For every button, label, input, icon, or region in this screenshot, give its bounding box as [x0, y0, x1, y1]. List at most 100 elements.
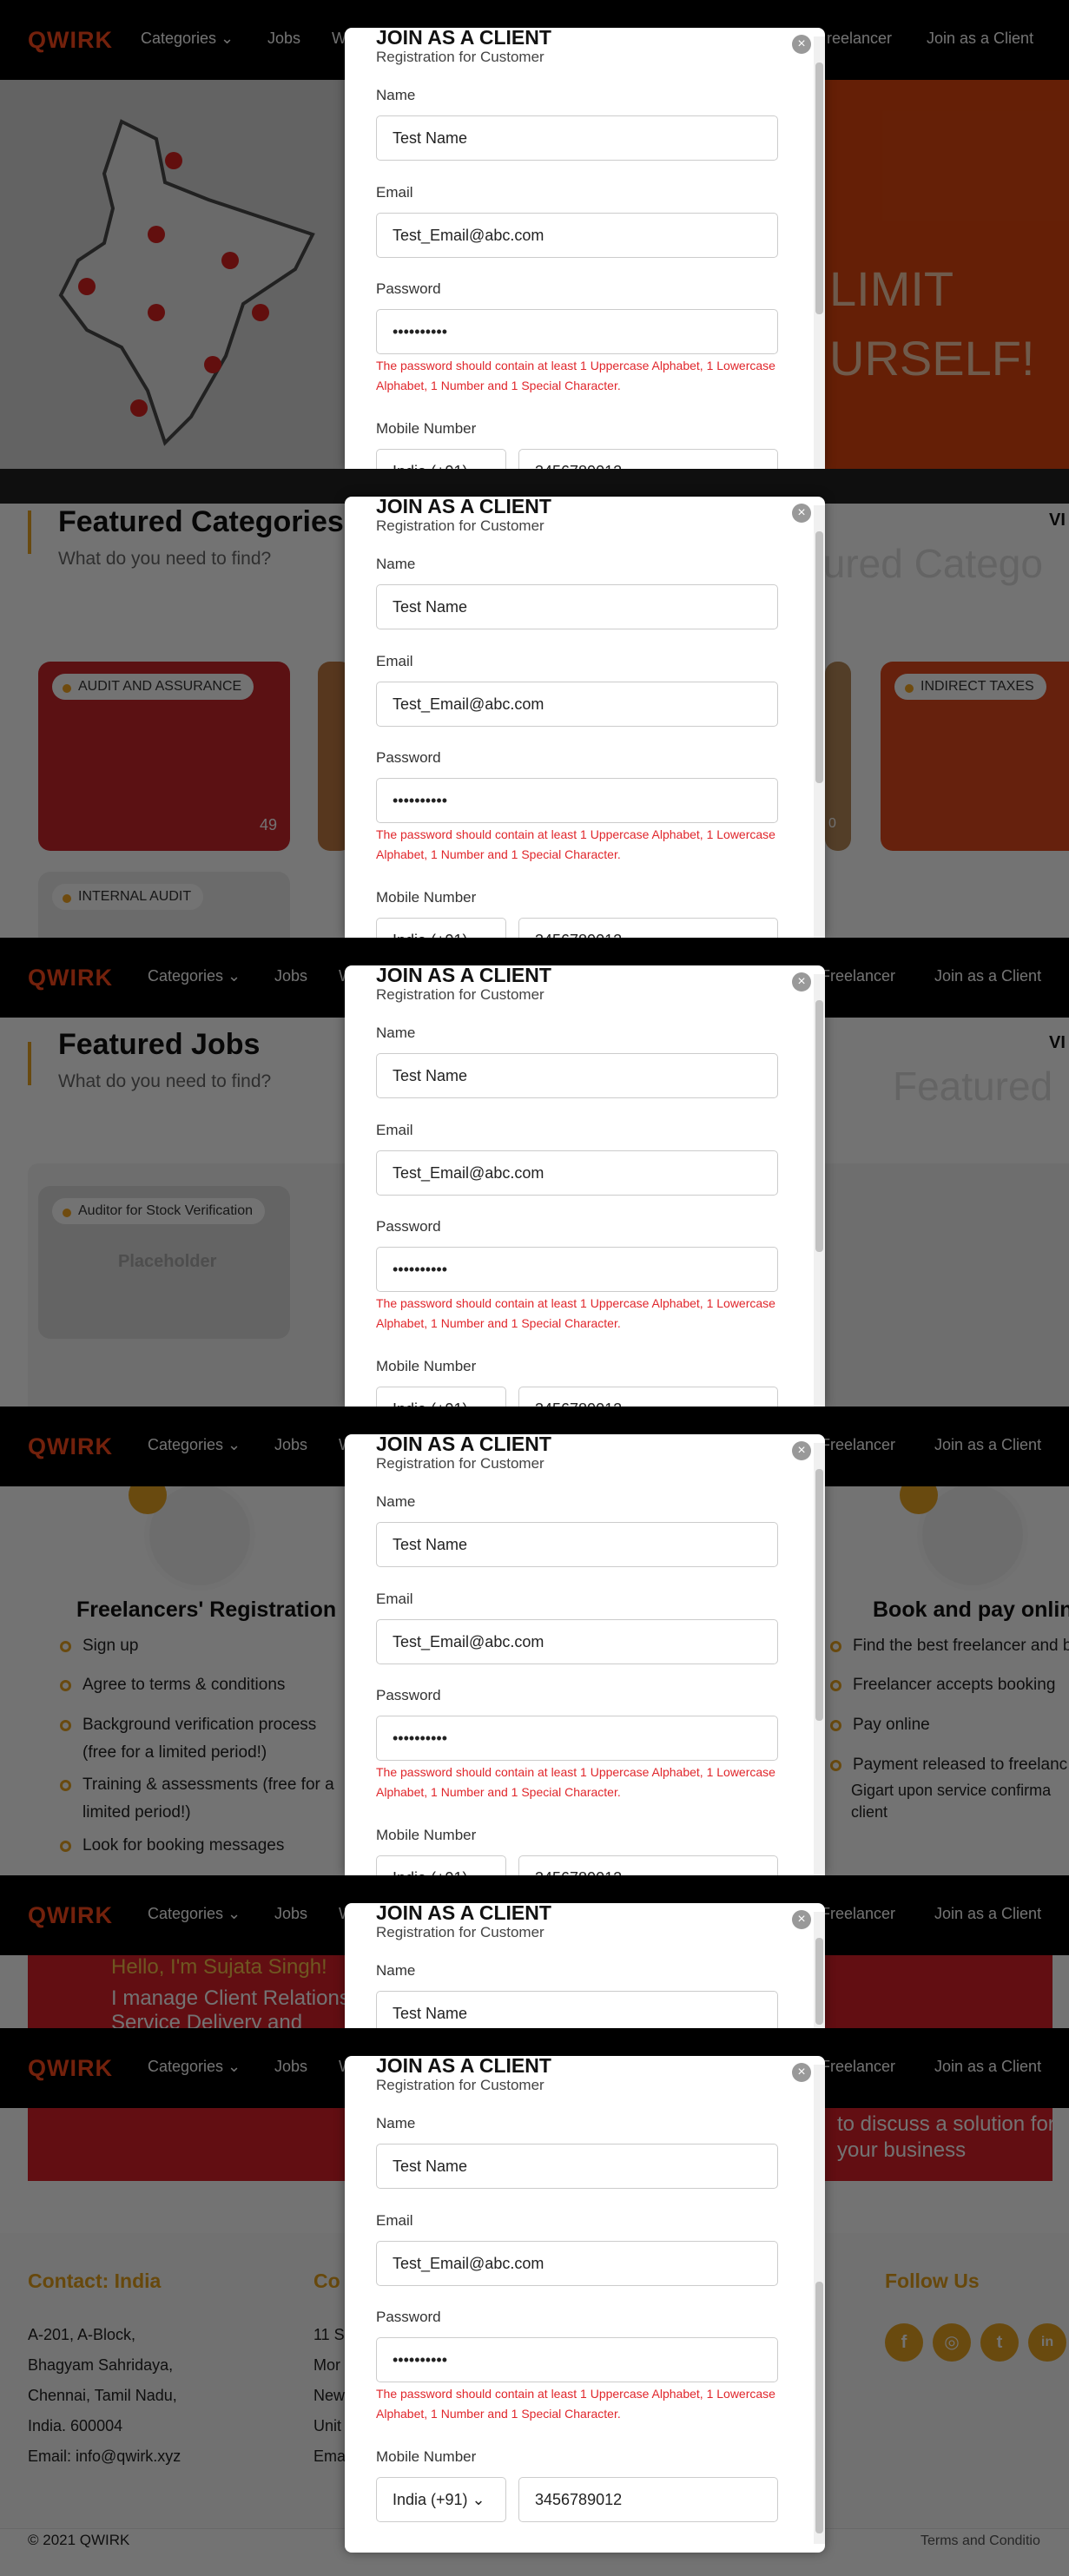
step-item: Payment released to freelanc — [830, 1751, 1067, 1779]
nav-jobs[interactable]: Jobs — [274, 967, 307, 985]
step-item: Find the best freelancer and b — [830, 1632, 1069, 1660]
facebook-icon[interactable]: f — [885, 2323, 923, 2362]
name-field[interactable]: Test Name — [376, 2144, 778, 2189]
mobile-field[interactable]: 3456789012 — [518, 2477, 778, 2522]
close-icon[interactable]: × — [792, 1441, 811, 1460]
close-icon[interactable]: × — [792, 35, 811, 54]
nav-join-client[interactable]: Join as a Client — [934, 2058, 1041, 2076]
password-field[interactable]: •••••••••• — [376, 778, 778, 823]
nav-jobs[interactable]: Jobs — [274, 2058, 307, 2076]
mobile-field[interactable]: 3456789012 — [518, 1855, 778, 1875]
modal-scrollbar-thumb[interactable] — [815, 63, 823, 314]
step-note: Gigart upon service confirma client — [851, 1782, 1052, 1821]
terms-link[interactable]: Terms and Conditio — [921, 2533, 1040, 2549]
close-icon[interactable]: × — [792, 972, 811, 992]
twitter-icon[interactable]: t — [980, 2323, 1019, 2362]
close-icon[interactable]: × — [792, 1910, 811, 1929]
password-label: Password — [376, 1218, 441, 1235]
category-card-indirect-taxes[interactable]: INDIRECT TAXES — [881, 662, 1069, 851]
footer-email[interactable]: Email: info@qwirk.xyz — [28, 2441, 181, 2472]
nav-jobs[interactable]: Jobs — [274, 1436, 307, 1454]
name-field[interactable]: Test Name — [376, 1522, 778, 1567]
nav-categories[interactable]: Categories ⌄ — [148, 1905, 241, 1923]
step-item: Freelancer accepts booking — [830, 1671, 1055, 1699]
logo[interactable]: QWIRK — [28, 2055, 113, 2082]
mobile-label: Mobile Number — [376, 1827, 477, 1843]
nav-freelancer[interactable]: Freelancer — [821, 967, 895, 985]
country-code-select[interactable]: India (+91) ⌄ — [376, 449, 506, 469]
nav-join-client[interactable]: Join as a Client — [927, 30, 1033, 48]
linkedin-icon[interactable]: in — [1028, 2323, 1066, 2362]
name-field[interactable]: Test Name — [376, 584, 778, 629]
strip-footer: to discuss a solution for your business … — [0, 2028, 1069, 2576]
jobs-ghost-title: Featured — [893, 1064, 1053, 1109]
modal-scrollbar-thumb[interactable] — [815, 1938, 823, 2025]
password-field[interactable]: •••••••••• — [376, 1247, 778, 1292]
email-field[interactable]: Test_Email@abc.com — [376, 682, 778, 727]
nav-freelancer[interactable]: Freelancer — [821, 2058, 895, 2076]
country-code-select[interactable]: India (+91) ⌄ — [376, 2477, 506, 2522]
name-field[interactable]: Test Name — [376, 115, 778, 161]
modal-subtitle: Registration for Customer — [376, 517, 544, 534]
name-field[interactable]: Test Name — [376, 1991, 778, 2028]
modal-scrollbar-thumb[interactable] — [815, 531, 823, 783]
close-icon[interactable]: × — [792, 504, 811, 523]
nav-freelancer[interactable]: Freelancer — [821, 1905, 895, 1923]
nav-freelancer[interactable]: reelancer — [827, 30, 892, 48]
view-all-link[interactable]: VI — [1049, 511, 1066, 530]
nav-categories[interactable]: Categories ⌄ — [148, 1436, 241, 1454]
password-field[interactable]: •••••••••• — [376, 309, 778, 354]
copyright: © 2021 QWIRK — [28, 2532, 130, 2548]
modal-scrollbar-thumb[interactable] — [815, 2282, 823, 2533]
nav-join-client[interactable]: Join as a Client — [934, 1905, 1041, 1923]
address-line: Chennai, Tamil Nadu, — [28, 2387, 177, 2404]
address-line: India. 600004 — [28, 2417, 123, 2434]
close-icon[interactable]: × — [792, 2063, 811, 2082]
email-field[interactable]: Test_Email@abc.com — [376, 1150, 778, 1196]
modal-scrollbar-thumb[interactable] — [815, 1000, 823, 1252]
country-code-select[interactable]: India (+91) ⌄ — [376, 918, 506, 938]
nav-jobs[interactable]: Jobs — [267, 30, 300, 48]
address-line: A-201, A-Block, — [28, 2326, 136, 2343]
email-field[interactable]: Test_Email@abc.com — [376, 213, 778, 258]
email-label: Email — [376, 1122, 413, 1138]
strip-hero: LIMIT URSELF! QWIRK Categories ⌄ Jobs W … — [0, 0, 1069, 469]
nav-join-client[interactable]: Join as a Client — [934, 1436, 1041, 1454]
name-label: Name — [376, 2115, 416, 2131]
instagram-icon[interactable]: ◎ — [933, 2323, 971, 2362]
nav-join-client[interactable]: Join as a Client — [934, 967, 1041, 985]
password-field[interactable]: •••••••••• — [376, 2337, 778, 2382]
view-all-link[interactable]: VI — [1049, 1033, 1066, 1053]
job-label: Auditor for Stock Verification — [52, 1198, 265, 1224]
nav-categories[interactable]: Categories ⌄ — [148, 967, 241, 985]
category-card-partial-right[interactable]: 0 — [825, 662, 851, 851]
client-registration-modal: JOIN AS A CLIENT Registration for Custom… — [345, 28, 825, 469]
logo[interactable]: QWIRK — [28, 1433, 113, 1460]
logo[interactable]: QWIRK — [28, 965, 113, 992]
email-field[interactable]: Test_Email@abc.com — [376, 2241, 778, 2286]
logo[interactable]: QWIRK — [28, 1902, 113, 1929]
strip-categories: Featured Categories What do you need to … — [0, 469, 1069, 938]
logo[interactable]: QWIRK — [28, 27, 113, 54]
name-label: Name — [376, 556, 416, 572]
mobile-field[interactable]: 3456789012 — [518, 1387, 778, 1407]
nav-freelancer[interactable]: Freelancer — [821, 1436, 895, 1454]
nav-categories[interactable]: Categories ⌄ — [148, 2058, 241, 2076]
name-label: Name — [376, 87, 416, 103]
modal-subtitle: Registration for Customer — [376, 1455, 544, 1472]
country-code-select[interactable]: India (+91) ⌄ — [376, 1387, 506, 1407]
country-code-select[interactable]: India (+91) ⌄ — [376, 1855, 506, 1875]
category-card-internal-audit[interactable]: INTERNAL AUDIT — [38, 872, 290, 938]
email-field[interactable]: Test_Email@abc.com — [376, 1619, 778, 1664]
modal-scrollbar-thumb[interactable] — [815, 1469, 823, 1721]
job-card[interactable]: Auditor for Stock Verification Placehold… — [38, 1186, 290, 1339]
nav-categories[interactable]: Categories ⌄ — [141, 30, 234, 48]
password-label: Password — [376, 1687, 441, 1703]
category-card-audit[interactable]: AUDIT AND ASSURANCE 49 — [38, 662, 290, 851]
mobile-field[interactable]: 3456789012 — [518, 918, 778, 938]
mobile-field[interactable]: 3456789012 — [518, 449, 778, 469]
password-field[interactable]: •••••••••• — [376, 1716, 778, 1761]
name-field[interactable]: Test Name — [376, 1053, 778, 1098]
client-registration-modal: JOIN AS A CLIENT Registration for Custom… — [345, 1903, 825, 2028]
nav-jobs[interactable]: Jobs — [274, 1905, 307, 1923]
